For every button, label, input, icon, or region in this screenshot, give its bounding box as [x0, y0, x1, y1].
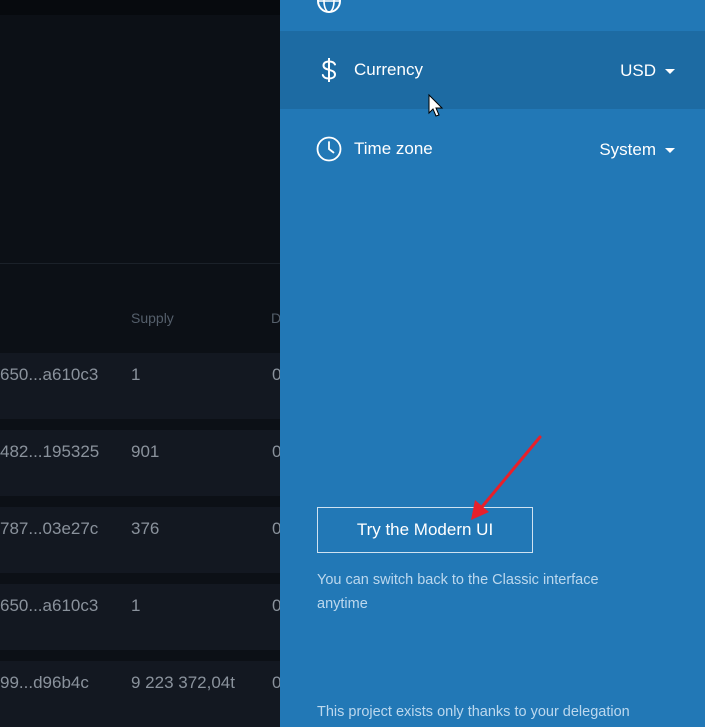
currency-label: Currency [354, 60, 423, 79]
row-hash[interactable]: 99...d96b4c [0, 673, 89, 693]
timezone-dropdown[interactable]: System [599, 140, 675, 160]
column-header-supply: Supply [131, 310, 174, 326]
dollar-icon [321, 58, 337, 82]
table-row[interactable]: 99...d96b4c 9 223 372,04t 0 [0, 661, 280, 727]
table-row[interactable]: 787...03e27c 376 0 [0, 507, 280, 573]
row-hash[interactable]: 650...a610c3 [0, 596, 98, 616]
timezone-value: System [599, 140, 656, 159]
setting-row-currency[interactable]: Currency USD [280, 31, 705, 109]
switch-back-hint: You can switch back to the Classic inter… [317, 572, 599, 612]
background-divider [0, 263, 280, 264]
chevron-down-icon [665, 147, 675, 153]
clock-icon [316, 136, 342, 162]
background-app: Supply D 650...a610c3 1 0 482...195325 9… [0, 0, 280, 727]
row-next-partial: 0 [272, 673, 280, 692]
settings-panel: Currency USD Time zone System Try the Mo… [280, 0, 705, 727]
row-next-partial: 0 [272, 442, 280, 461]
globe-icon [317, 0, 341, 13]
setting-row-language[interactable] [280, 0, 705, 28]
timezone-label: Time zone [354, 139, 433, 158]
row-supply: 1 [131, 596, 141, 615]
row-supply: 376 [131, 519, 160, 538]
row-next-partial: 0 [272, 519, 280, 538]
background-top-band [0, 0, 280, 15]
row-next-partial: 0 [272, 596, 280, 615]
try-modern-ui-button[interactable]: Try the Modern UI [317, 507, 533, 553]
table-row[interactable]: 650...a610c3 1 0 [0, 584, 280, 650]
row-supply: 901 [131, 442, 160, 461]
currency-value: USD [620, 61, 656, 80]
chevron-down-icon [665, 68, 675, 74]
row-supply: 9 223 372,04t [131, 673, 235, 692]
column-header-partial: D [271, 310, 280, 326]
row-hash[interactable]: 482...195325 [0, 442, 99, 462]
setting-row-timezone[interactable]: Time zone System [280, 109, 705, 187]
row-next-partial: 0 [272, 365, 280, 384]
row-supply: 1 [131, 365, 141, 384]
table-row[interactable]: 482...195325 901 0 [0, 430, 280, 496]
delegation-footer-text: This project exists only thanks to your … [317, 704, 630, 720]
currency-dropdown[interactable]: USD [620, 61, 675, 81]
table-row[interactable]: 650...a610c3 1 0 [0, 353, 280, 419]
row-hash[interactable]: 650...a610c3 [0, 365, 98, 385]
row-hash[interactable]: 787...03e27c [0, 519, 98, 539]
